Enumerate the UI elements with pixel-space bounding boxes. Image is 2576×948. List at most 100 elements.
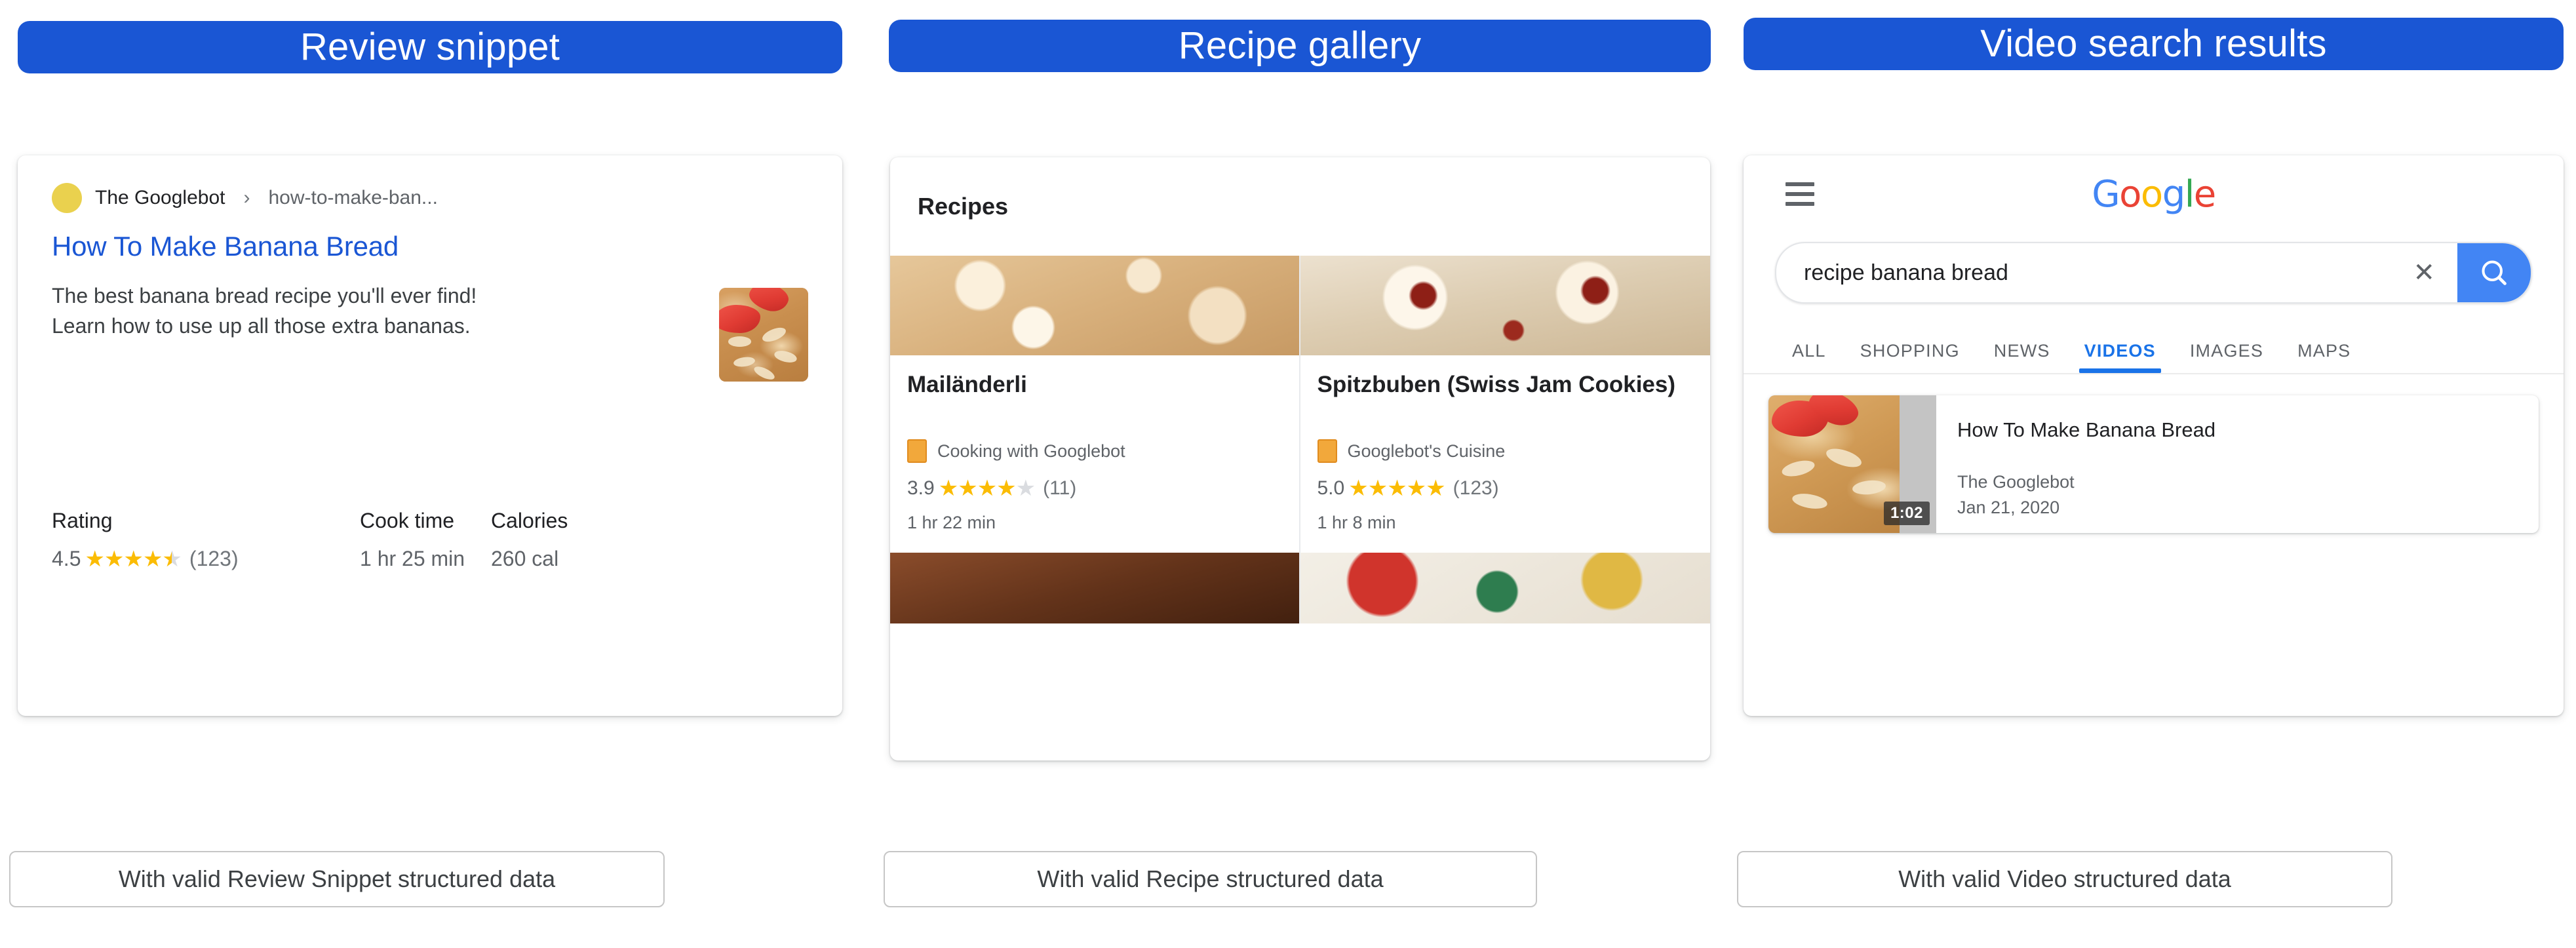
recipe-source: Cooking with Googlebot	[907, 439, 1282, 463]
site-favicon-icon	[52, 183, 82, 213]
recipe-source: Googlebot's Cuisine	[1317, 439, 1694, 463]
breadcrumb-separator-icon: ›	[243, 187, 250, 208]
video-search-results-card: Google ✕ ALL SHOPPING NEWS VIDEOS IMAGES…	[1744, 155, 2564, 716]
caption-recipe: With valid Recipe structured data	[884, 851, 1537, 907]
rating-number: 4.5	[52, 547, 81, 571]
recipe-time: 1 hr 22 min	[907, 513, 996, 532]
tab-all[interactable]: ALL	[1775, 341, 1843, 373]
search-bar[interactable]: ✕	[1775, 242, 2532, 304]
search-vertical-tabs: ALL SHOPPING NEWS VIDEOS IMAGES MAPS	[1744, 326, 2564, 374]
recipe-card[interactable]: Spitzbuben (Swiss Jam Cookies) Googlebot…	[1300, 256, 1710, 553]
attribute-calories: Calories 260 cal	[491, 509, 622, 571]
rating-stars: ★ ★ ★ ★ ★	[938, 476, 1036, 501]
star-icon: ★	[142, 546, 163, 572]
video-result-card[interactable]: 1:02 How To Make Banana Bread The Google…	[1768, 395, 2539, 533]
header-pill-review-snippet: Review snippet	[18, 21, 842, 73]
google-logo: Google	[1814, 173, 2493, 216]
star-icon: ★	[1348, 476, 1369, 501]
source-favicon-icon	[907, 439, 927, 463]
recipe-card[interactable]: Mailänderli Cooking with Googlebot 3.9 ★…	[890, 256, 1300, 553]
star-icon: ★	[1426, 476, 1446, 501]
hamburger-icon[interactable]	[1786, 182, 1814, 206]
recipe-gallery-next-row[interactable]	[890, 553, 1710, 623]
rating-count: (123)	[1453, 477, 1499, 499]
rating-count: (11)	[1043, 477, 1077, 499]
attribute-rating: Rating 4.5 ★ ★ ★ ★ ★ (123)	[52, 509, 360, 571]
star-icon: ★	[1367, 476, 1388, 501]
caption-video: With valid Video structured data	[1737, 851, 2392, 907]
tab-images[interactable]: IMAGES	[2173, 341, 2280, 373]
star-icon: ★	[958, 476, 978, 501]
header-pill-recipe-gallery: Recipe gallery	[889, 20, 1711, 72]
star-icon: ★	[1406, 476, 1427, 501]
attribute-label: Rating	[52, 509, 113, 532]
result-url-row: The Googlebot › how-to-make-ban...	[52, 183, 808, 213]
header-label: Recipe gallery	[1178, 24, 1422, 67]
result-title-link[interactable]: How To Make Banana Bread	[52, 231, 808, 262]
rating-number: 3.9	[907, 477, 935, 499]
source-name: Googlebot's Cuisine	[1347, 441, 1506, 461]
star-icon: ★	[977, 476, 998, 501]
site-name: The Googlebot	[95, 187, 225, 208]
search-input[interactable]	[1776, 259, 2391, 286]
recipe-photo	[1300, 553, 1710, 623]
logo-letter: e	[2193, 172, 2216, 216]
star-icon: ★	[938, 476, 959, 501]
header-label: Video search results	[1980, 22, 2327, 65]
recipe-rating: 5.0 ★ ★ ★ ★ ★ (123)	[1317, 477, 1694, 500]
star-icon: ★	[123, 546, 144, 572]
attribute-label: Calories	[491, 509, 568, 532]
recipes-section-title: Recipes	[918, 193, 1009, 220]
star-icon: ★	[85, 546, 105, 572]
close-icon[interactable]: ✕	[2391, 260, 2457, 286]
logo-letter: o	[2140, 172, 2163, 216]
video-duration-badge: 1:02	[1883, 502, 1930, 525]
attribute-value: 260 cal	[491, 547, 559, 571]
video-title[interactable]: How To Make Banana Bread	[1957, 418, 2518, 442]
recipe-name: Mailänderli	[907, 372, 1027, 397]
attribute-cook-time: Cook time 1 hr 25 min	[360, 509, 491, 571]
star-empty-icon: ★	[1015, 476, 1036, 501]
caption-text: With valid Review Snippet structured dat…	[118, 865, 556, 892]
recipe-gallery-grid: Mailänderli Cooking with Googlebot 3.9 ★…	[890, 256, 1710, 553]
logo-letter: l	[2184, 172, 2195, 216]
review-snippet-card: The Googlebot › how-to-make-ban... How T…	[18, 155, 842, 716]
search-app-bar: Google	[1744, 155, 2564, 233]
star-icon: ★	[1387, 476, 1407, 501]
star-icon: ★	[104, 546, 125, 572]
recipe-gallery-card: Recipes Mailänderli Cooking with Googleb…	[890, 157, 1710, 760]
caption-text: With valid Recipe structured data	[1037, 865, 1384, 892]
recipe-photo	[890, 256, 1299, 355]
attribute-label: Cook time	[360, 509, 455, 532]
header-label: Review snippet	[300, 26, 560, 68]
rich-results-examples-stage: Review snippet Recipe gallery Video sear…	[0, 0, 2576, 948]
tab-videos[interactable]: VIDEOS	[2067, 341, 2173, 373]
search-button[interactable]	[2457, 243, 2531, 302]
search-icon	[2482, 260, 2507, 285]
video-thumbnail[interactable]: 1:02	[1768, 395, 1936, 533]
result-thumbnail-image	[719, 288, 808, 382]
rating-number: 5.0	[1317, 477, 1345, 499]
logo-letter: G	[2092, 172, 2120, 216]
tab-maps[interactable]: MAPS	[2280, 341, 2368, 373]
tab-shopping[interactable]: SHOPPING	[1843, 341, 1977, 373]
attribute-value: 1 hr 25 min	[360, 547, 465, 571]
recipe-time: 1 hr 8 min	[1317, 513, 1396, 532]
source-name: Cooking with Googlebot	[937, 441, 1125, 461]
recipe-name: Spitzbuben (Swiss Jam Cookies)	[1317, 372, 1676, 397]
recipe-photo	[1300, 256, 1710, 355]
attribute-value: 4.5 ★ ★ ★ ★ ★ (123)	[52, 547, 360, 571]
recipe-photo	[890, 553, 1300, 623]
header-pill-video-search-results: Video search results	[1744, 18, 2564, 70]
video-date: Jan 21, 2020	[1957, 498, 2060, 518]
result-attributes-row: Rating 4.5 ★ ★ ★ ★ ★ (123) Cook time 1 h…	[52, 509, 808, 571]
tab-news[interactable]: NEWS	[1977, 341, 2067, 373]
source-favicon-icon	[1317, 439, 1337, 463]
rating-stars: ★ ★ ★ ★ ★	[85, 546, 182, 572]
star-half-icon: ★	[162, 546, 182, 572]
result-description: The best banana bread recipe you'll ever…	[52, 284, 477, 338]
url-path: how-to-make-ban...	[268, 187, 438, 208]
recipe-rating: 3.9 ★ ★ ★ ★ ★ (11)	[907, 477, 1282, 500]
logo-letter: o	[2119, 172, 2141, 216]
logo-letter: g	[2162, 172, 2186, 216]
